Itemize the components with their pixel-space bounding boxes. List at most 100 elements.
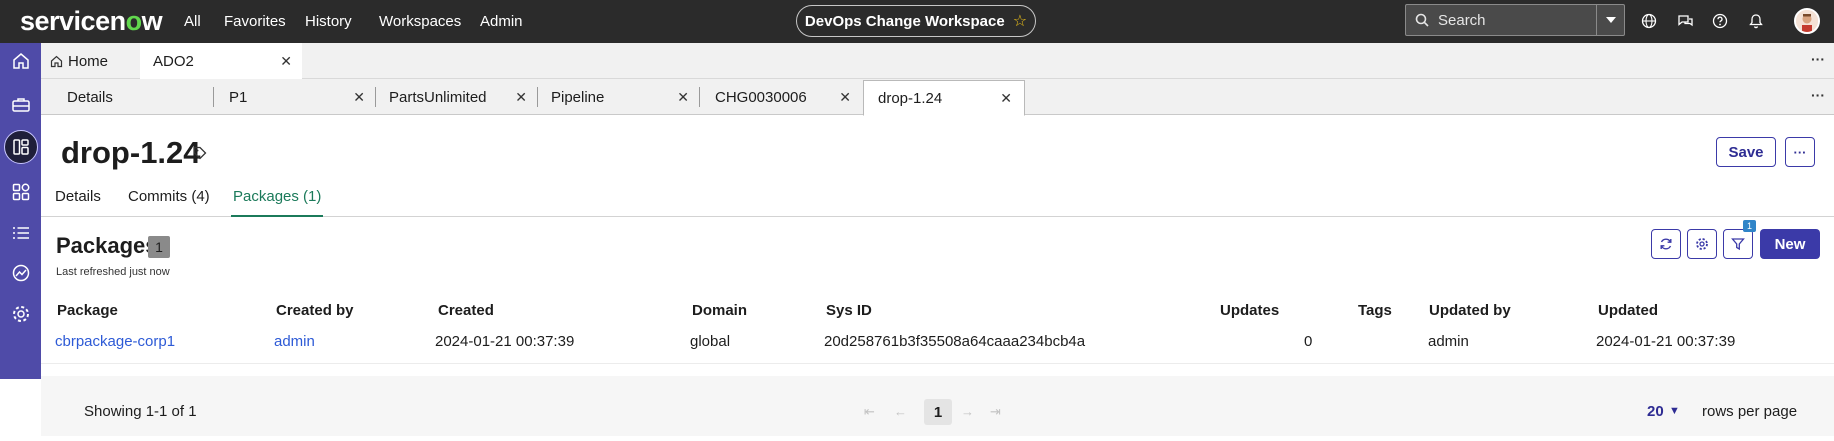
refresh-button[interactable] <box>1651 229 1681 259</box>
last-refreshed-text: Last refreshed just now <box>56 266 170 278</box>
tab-separator <box>375 87 376 107</box>
toolbox-icon[interactable] <box>7 91 34 118</box>
home-icon <box>50 55 63 67</box>
rows-per-page-select[interactable]: 20 <box>1647 403 1664 420</box>
tab-separator <box>213 87 214 107</box>
dashboard-icon[interactable] <box>4 130 38 164</box>
filter-count-badge: 1 <box>1743 220 1756 232</box>
tab-chg0030006[interactable]: CHG0030006 ✕ <box>699 79 863 115</box>
rows-per-page-label: rows per page <box>1702 403 1798 420</box>
notifications-bell-icon[interactable] <box>1744 9 1768 33</box>
favorite-star-icon[interactable]: ☆ <box>1013 11 1027 31</box>
tab-ado2[interactable]: ADO2 ✕ <box>140 43 302 80</box>
column-header-package[interactable]: Package <box>57 302 118 319</box>
filter-button[interactable] <box>1723 229 1753 259</box>
logo-text-suffix: w <box>141 6 163 36</box>
column-header-domain[interactable]: Domain <box>692 302 747 319</box>
current-page-button[interactable]: 1 <box>924 399 952 425</box>
tab-chg0030006-label: CHG0030006 <box>715 88 807 106</box>
tab-p1[interactable]: P1 ✕ <box>213 79 377 115</box>
left-rail <box>0 43 41 379</box>
nav-favorites[interactable]: Favorites <box>224 0 286 43</box>
search-icon <box>1410 4 1434 36</box>
analytics-icon[interactable] <box>7 259 34 286</box>
subtab-commits[interactable]: Commits (4) <box>128 181 210 217</box>
logo-text-prefix: servicen <box>20 6 126 36</box>
close-icon[interactable]: ✕ <box>839 89 851 106</box>
list-icon[interactable] <box>7 219 34 246</box>
help-icon[interactable] <box>1708 9 1732 33</box>
chevron-down-icon <box>1605 17 1616 23</box>
cell-created-by-link[interactable]: admin <box>274 333 315 350</box>
last-page-icon[interactable]: ⇥ <box>990 404 1001 420</box>
workspace-switcher[interactable]: DevOps Change Workspace ☆ <box>796 5 1036 37</box>
tab-separator <box>537 87 538 107</box>
search-input[interactable]: Search <box>1434 12 1596 29</box>
cell-updates: 0 <box>1304 333 1313 350</box>
tag-icon[interactable] <box>193 146 207 165</box>
apps-grid-icon[interactable] <box>7 178 34 205</box>
close-icon[interactable]: ✕ <box>677 89 689 106</box>
tab-pipeline-label: Pipeline <box>551 88 605 106</box>
search-scope-dropdown[interactable] <box>1596 5 1624 35</box>
filter-icon <box>1731 238 1745 251</box>
top-navigation-bar: servicenow All Favorites History Workspa… <box>0 0 1834 43</box>
cell-package-link[interactable]: cbrpackage-corp1 <box>55 333 175 350</box>
nav-admin[interactable]: Admin <box>480 0 523 43</box>
global-search[interactable]: Search <box>1405 4 1625 36</box>
chevron-down-icon[interactable]: ▼ <box>1669 405 1680 417</box>
close-icon[interactable]: ✕ <box>280 53 292 70</box>
main-content: Home ADO2 ✕ ··· Details P1 ✕ PartsUnlimi… <box>41 43 1834 437</box>
tab-partsunlimited-label: PartsUnlimited <box>389 88 487 106</box>
record-count-badge: 1 <box>148 236 170 258</box>
subtab-packages[interactable]: Packages (1) <box>231 181 324 217</box>
cell-created: 2024-01-21 00:37:39 <box>435 333 575 350</box>
close-icon[interactable]: ✕ <box>353 89 365 106</box>
column-header-created-by[interactable]: Created by <box>276 302 354 319</box>
nav-all[interactable]: All <box>184 0 201 43</box>
column-header-updates[interactable]: Updates <box>1220 302 1279 319</box>
home-icon[interactable] <box>7 47 34 74</box>
close-icon[interactable]: ✕ <box>1000 90 1012 107</box>
list-settings-button[interactable] <box>1687 229 1717 259</box>
more-actions-button[interactable]: ··· <box>1785 137 1815 167</box>
previous-page-icon[interactable]: ← <box>894 404 907 419</box>
user-avatar[interactable] <box>1794 8 1820 34</box>
showing-count-text: Showing 1-1 of 1 <box>84 403 197 420</box>
tab-home[interactable]: Home <box>41 43 140 79</box>
tab-details[interactable]: Details <box>41 79 217 115</box>
record-subtabs: Details Commits (4) Packages (1) <box>41 181 1834 217</box>
more-icon[interactable]: ··· <box>1811 87 1825 103</box>
servicenow-logo[interactable]: servicenow <box>20 4 163 38</box>
list-title: Packages <box>56 233 158 258</box>
tab-drop-1-24[interactable]: drop-1.24 ✕ <box>863 80 1025 116</box>
column-header-updated-by[interactable]: Updated by <box>1429 302 1511 319</box>
tab-p1-label: P1 <box>229 88 248 106</box>
globe-icon[interactable] <box>1637 9 1661 33</box>
tab-drop-1-24-label: drop-1.24 <box>878 89 943 107</box>
record-tab-bar: Details P1 ✕ PartsUnlimited ✕ Pipeline ✕… <box>41 79 1834 116</box>
save-button[interactable]: Save <box>1716 137 1776 167</box>
close-icon[interactable]: ✕ <box>515 89 527 106</box>
more-icon[interactable]: ··· <box>1811 51 1825 67</box>
next-page-icon[interactable]: → <box>961 404 974 419</box>
workspace-name: DevOps Change Workspace <box>804 12 1005 30</box>
column-header-sys-id[interactable]: Sys ID <box>826 302 872 319</box>
settings-gear-icon[interactable] <box>7 300 34 327</box>
nav-workspaces[interactable]: Workspaces <box>379 0 461 43</box>
subtab-details[interactable]: Details <box>55 181 101 217</box>
table-divider <box>41 363 1834 364</box>
column-header-tags[interactable]: Tags <box>1358 302 1392 319</box>
column-header-created[interactable]: Created <box>438 302 494 319</box>
new-button[interactable]: New <box>1760 229 1820 259</box>
tab-pipeline[interactable]: Pipeline ✕ <box>537 79 701 115</box>
tab-details-label: Details <box>67 88 113 106</box>
tab-partsunlimited[interactable]: PartsUnlimited ✕ <box>375 79 539 115</box>
record-title: drop-1.24 <box>61 135 201 170</box>
refresh-icon <box>1660 238 1672 250</box>
nav-history[interactable]: History <box>305 0 352 43</box>
first-page-icon[interactable]: ⇤ <box>864 404 875 420</box>
chat-icon[interactable] <box>1673 9 1697 33</box>
column-header-updated[interactable]: Updated <box>1598 302 1658 319</box>
tab-ado2-label: ADO2 <box>153 52 194 70</box>
